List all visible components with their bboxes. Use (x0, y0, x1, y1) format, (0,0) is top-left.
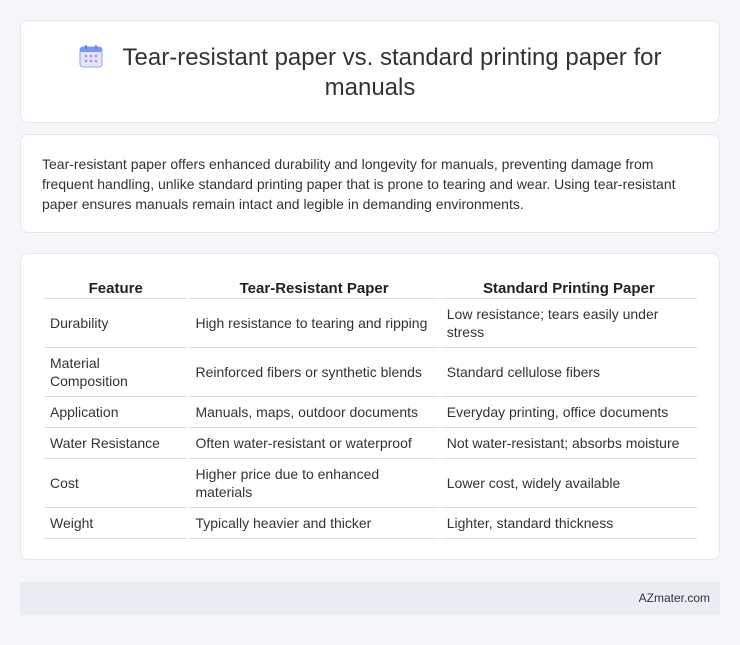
table-row: Cost Higher price due to enhanced materi… (44, 459, 697, 508)
header-feature: Feature (44, 274, 188, 299)
table-row: Water Resistance Often water-resistant o… (44, 428, 697, 459)
summary-text: Tear-resistant paper offers enhanced dur… (42, 156, 676, 212)
calendar-icon (79, 45, 103, 68)
table-cell: Application (44, 397, 188, 428)
table-cell: Typically heavier and thicker (189, 508, 439, 539)
table-cell: Higher price due to enhanced materials (189, 459, 439, 508)
table-cell: Cost (44, 459, 188, 508)
table-row: Weight Typically heavier and thicker Lig… (44, 508, 697, 539)
header-tear-resistant: Tear-Resistant Paper (189, 274, 439, 299)
table-row: Material Composition Reinforced fibers o… (44, 348, 697, 397)
page-title-wrap: Tear-resistant paper vs. standard printi… (61, 43, 679, 103)
page-title: Tear-resistant paper vs. standard printi… (122, 44, 662, 101)
table-cell: Manuals, maps, outdoor documents (189, 397, 439, 428)
summary-card: Tear-resistant paper offers enhanced dur… (20, 134, 720, 233)
table-cell: Weight (44, 508, 188, 539)
table-row: Application Manuals, maps, outdoor docum… (44, 397, 697, 428)
table-cell: Material Composition (44, 348, 188, 397)
table-header-row: Feature Tear-Resistant Paper Standard Pr… (44, 274, 697, 299)
title-card: Tear-resistant paper vs. standard printi… (20, 20, 720, 123)
footer-site-link[interactable]: AZmater.com (639, 591, 710, 605)
table-cell: Not water-resistant; absorbs moisture (440, 428, 697, 459)
table-cell: Standard cellulose fibers (440, 348, 697, 397)
comparison-table-card: Feature Tear-Resistant Paper Standard Pr… (20, 253, 720, 560)
table-row: Durability High resistance to tearing an… (44, 299, 697, 348)
table-cell: Lighter, standard thickness (440, 508, 697, 539)
table-cell: Everyday printing, office documents (440, 397, 697, 428)
table-cell: Durability (44, 299, 188, 348)
comparison-table: Feature Tear-Resistant Paper Standard Pr… (42, 274, 699, 539)
table-cell: Reinforced fibers or synthetic blends (189, 348, 439, 397)
footer-bar: AZmater.com (20, 582, 720, 615)
table-cell: Often water-resistant or waterproof (189, 428, 439, 459)
table-cell: Low resistance; tears easily under stres… (440, 299, 697, 348)
table-cell: Lower cost, widely available (440, 459, 697, 508)
header-standard: Standard Printing Paper (440, 274, 697, 299)
table-cell: High resistance to tearing and ripping (189, 299, 439, 348)
table-cell: Water Resistance (44, 428, 188, 459)
